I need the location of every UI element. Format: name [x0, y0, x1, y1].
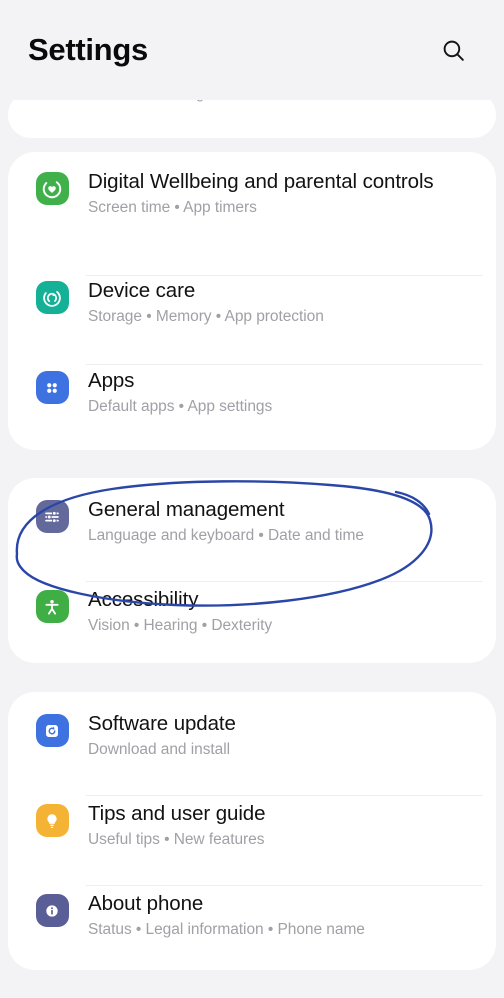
list-item-subtitle: Download and install — [88, 741, 231, 758]
list-item-text: Accessibility Vision • Hearing • Dexteri… — [74, 586, 476, 637]
list-item-text: Tips and user guide Useful tips • New fe… — [74, 800, 476, 851]
sidebar-item-software-update[interactable]: Software update Download and install — [8, 692, 496, 782]
list-item-title: Digital Wellbeing and parental controls — [88, 170, 434, 193]
icon-slot — [30, 168, 74, 205]
list-item-subtitle: Status • Legal information • Phone name — [88, 921, 365, 938]
list-item-text: General management Language and keyboard… — [74, 496, 476, 547]
list-item-title: Software update — [88, 712, 236, 735]
icon-slot — [30, 800, 74, 837]
settings-group-system: Software update Download and install Tip… — [8, 692, 496, 970]
sidebar-item-accessibility[interactable]: Accessibility Vision • Hearing • Dexteri… — [8, 568, 496, 650]
list-item-text: Apps Default apps • App settings — [74, 367, 476, 418]
info-icon — [35, 894, 69, 927]
list-item-title: Device care — [88, 279, 196, 302]
sidebar-item-apps[interactable]: Apps Default apps • App settings — [8, 349, 496, 435]
icon-slot — [30, 277, 74, 314]
list-item-subtitle: Useful tips • New features — [88, 831, 265, 848]
list-item-subtitle: Vision • Hearing • Dexterity — [88, 617, 273, 634]
accessibility-person-icon — [35, 590, 69, 623]
page-title: Settings — [28, 32, 148, 67]
list-item-title: Accessibility — [88, 588, 199, 611]
list-item-text: Software update Download and install — [74, 710, 476, 761]
sidebar-item-digital-wellbeing[interactable]: Digital Wellbeing and parental controls … — [8, 152, 496, 259]
app-header: Settings — [0, 0, 504, 100]
list-item-text: About phone Status • Legal information •… — [74, 890, 476, 941]
icon-slot — [30, 367, 74, 404]
list-item-title: Apps — [88, 369, 135, 392]
settings-screen: Advanced intelligence • Labs • S Pen Dig… — [0, 0, 504, 998]
icon-slot — [30, 586, 74, 623]
sidebar-item-general-management[interactable]: General management Language and keyboard… — [8, 478, 496, 568]
device-care-refresh-icon — [35, 281, 69, 314]
list-item-subtitle: Screen time • App timers — [88, 199, 257, 216]
list-item-subtitle: Language and keyboard • Date and time — [88, 527, 364, 544]
list-item-title: General management — [88, 498, 285, 521]
sidebar-item-device-care[interactable]: Device care Storage • Memory • App prote… — [8, 259, 496, 349]
list-item-title: About phone — [88, 892, 204, 915]
icon-slot — [30, 890, 74, 927]
sliders-icon — [35, 500, 69, 533]
heart-circle-icon — [35, 172, 69, 205]
list-item-text: Digital Wellbeing and parental controls … — [74, 168, 476, 219]
list-item-subtitle: Default apps • App settings — [88, 398, 273, 415]
settings-group-general: General management Language and keyboard… — [8, 478, 496, 663]
list-item-subtitle: Storage • Memory • App protection — [88, 308, 324, 325]
settings-group-wellbeing: Digital Wellbeing and parental controls … — [8, 152, 496, 450]
apps-grid-icon — [35, 371, 69, 404]
search-icon[interactable] — [430, 27, 476, 73]
icon-slot — [30, 496, 74, 533]
list-item-title: Tips and user guide — [88, 802, 266, 825]
lightbulb-icon — [35, 804, 69, 837]
sidebar-item-about-phone[interactable]: About phone Status • Legal information •… — [8, 872, 496, 957]
icon-slot — [30, 710, 74, 747]
sidebar-item-tips-user-guide[interactable]: Tips and user guide Useful tips • New fe… — [8, 782, 496, 872]
software-update-icon — [35, 714, 69, 747]
list-item-text: Device care Storage • Memory • App prote… — [74, 277, 476, 328]
settings-scroll-body[interactable]: Advanced intelligence • Labs • S Pen Dig… — [0, 0, 504, 998]
